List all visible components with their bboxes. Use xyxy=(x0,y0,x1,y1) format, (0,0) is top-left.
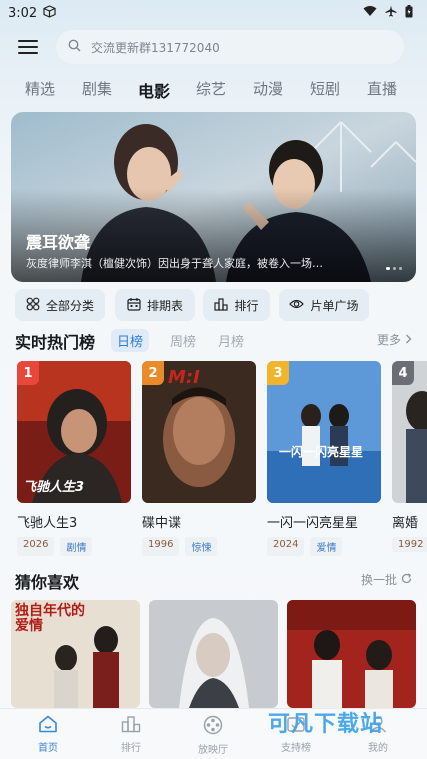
year-tag: 1992 xyxy=(392,537,427,552)
nav-profile-label: 我的 xyxy=(368,743,388,754)
wifi-icon xyxy=(363,5,377,21)
search-placeholder: 交流更新群131772040 xyxy=(91,40,220,55)
status-time: 3:02 xyxy=(8,5,38,21)
year-tag: 1996 xyxy=(142,537,180,556)
poster-image: 1 飞驰人生3 xyxy=(17,361,131,503)
poster-title: 飞驰人生3 xyxy=(23,480,85,495)
film-reel-icon xyxy=(203,715,223,738)
recommend-card[interactable]: 独自年代的 爱情 xyxy=(11,600,140,708)
nav-home[interactable]: 首页 xyxy=(13,715,83,754)
poster-title: 一闪一闪亮星星 xyxy=(279,445,364,459)
poster-title: 独自年代的 爱情 xyxy=(15,603,85,634)
tab-monthly[interactable]: 月榜 xyxy=(212,329,250,352)
rank-badge: 3 xyxy=(267,361,289,385)
year-tag: 2024 xyxy=(267,537,305,556)
poster-image: 3 一闪一闪亮星星 xyxy=(267,361,381,503)
ranking-label: 排行 xyxy=(234,298,259,313)
refresh-icon xyxy=(401,572,412,587)
ranking-button[interactable]: 排行 xyxy=(203,289,270,321)
hot-ranking-header: 实时热门榜 日榜 周榜 月榜 更多 xyxy=(15,329,412,352)
all-categories-label: 全部分类 xyxy=(45,298,94,313)
schedule-button[interactable]: 排期表 xyxy=(115,289,195,321)
hot-card[interactable]: 2 M:I 碟中谍 1996 惊悚 xyxy=(142,361,256,556)
search-input[interactable]: 交流更新群131772040 xyxy=(56,30,404,64)
eye-icon xyxy=(289,298,305,313)
genre-tag: 惊悚 xyxy=(185,537,218,556)
movie-title: 离婚 xyxy=(392,516,419,531)
tab-live[interactable]: 直播 xyxy=(367,78,397,99)
status-bar: 3:02 xyxy=(0,0,427,26)
genre-tag: 爱情 xyxy=(310,537,343,556)
refresh-label: 换一批 xyxy=(360,573,397,587)
poster-image: 4 xyxy=(392,361,427,503)
movie-title: 一闪一闪亮星星 xyxy=(267,516,359,531)
all-categories-button[interactable]: 全部分类 xyxy=(15,289,105,321)
grid-icon xyxy=(26,297,40,314)
nav-theater[interactable]: 放映厅 xyxy=(178,715,248,756)
rank-badge: 1 xyxy=(17,361,39,385)
tab-short-drama[interactable]: 短剧 xyxy=(310,78,340,99)
ranking-icon xyxy=(214,297,229,314)
hero-banner[interactable]: 震耳欲聋 灰度律师李淇（檀健次饰）因出身于聋人家庭，被卷入一场… xyxy=(11,112,416,282)
banner-description: 灰度律师李淇（檀健次饰）因出身于聋人家庭，被卷入一场… xyxy=(26,257,323,270)
menu-icon[interactable] xyxy=(18,38,38,56)
nav-home-label: 首页 xyxy=(38,743,58,754)
hot-card[interactable]: 3 一闪一闪亮星星 一闪一闪亮星星 2024 爱情 xyxy=(267,361,381,556)
movie-title: 碟中谍 xyxy=(142,516,182,531)
battery-icon xyxy=(405,4,413,22)
poster-image xyxy=(149,600,278,708)
schedule-label: 排期表 xyxy=(146,298,183,313)
ranking-icon xyxy=(121,715,141,736)
banner-pagination xyxy=(386,267,402,270)
tab-movies[interactable]: 电影 xyxy=(138,78,170,102)
airplane-icon xyxy=(385,5,397,21)
movie-title: 飞驰人生3 xyxy=(17,516,78,531)
nav-support-label: 支持榜 xyxy=(281,743,311,754)
chevron-right-icon xyxy=(405,333,412,347)
rank-badge: 2 xyxy=(142,361,164,385)
box-icon xyxy=(43,4,56,22)
refresh-button[interactable]: 换一批 xyxy=(361,571,412,588)
tab-featured[interactable]: 精选 xyxy=(25,78,55,99)
tab-series[interactable]: 剧集 xyxy=(82,78,112,99)
rank-badge: 4 xyxy=(392,361,414,385)
recommend-card[interactable] xyxy=(149,600,278,708)
home-icon xyxy=(38,715,58,736)
poster-image: 2 M:I xyxy=(142,361,256,503)
year-tag: 2026 xyxy=(17,537,55,556)
playlist-plaza-label: 片单广场 xyxy=(310,298,359,313)
hot-card[interactable]: 1 飞驰人生3 飞驰人生3 2026 剧情 xyxy=(17,361,131,556)
more-label: 更多 xyxy=(376,333,401,347)
site-watermark: 可凡下载站 xyxy=(268,712,384,737)
category-tabs: 精选 剧集 电影 综艺 动漫 短剧 直播 xyxy=(0,78,427,104)
recommend-card[interactable] xyxy=(287,600,416,708)
tab-anime[interactable]: 动漫 xyxy=(253,78,283,99)
poster-image xyxy=(287,600,416,708)
genre-tag: 剧情 xyxy=(60,537,93,556)
search-icon xyxy=(68,39,81,55)
more-link[interactable]: 更多 xyxy=(377,331,412,348)
recommend-header: 猜你喜欢 换一批 xyxy=(15,569,412,592)
banner-title: 震耳欲聋 xyxy=(26,233,91,252)
tab-daily[interactable]: 日榜 xyxy=(111,329,150,352)
nav-ranking-label: 排行 xyxy=(121,743,141,754)
tab-variety[interactable]: 综艺 xyxy=(196,78,226,99)
nav-ranking[interactable]: 排行 xyxy=(96,715,166,754)
playlist-plaza-button[interactable]: 片单广场 xyxy=(279,289,369,321)
hot-ranking-title: 实时热门榜 xyxy=(15,333,96,352)
poster-title: M:I xyxy=(168,367,200,388)
top-bar: 交流更新群131772040 xyxy=(0,30,427,64)
hot-card[interactable]: 4 离婚 1992 xyxy=(392,361,427,552)
recommend-title: 猜你喜欢 xyxy=(15,573,80,592)
tab-weekly[interactable]: 周榜 xyxy=(164,329,202,352)
calendar-icon xyxy=(127,297,141,314)
nav-theater-label: 放映厅 xyxy=(198,745,228,756)
